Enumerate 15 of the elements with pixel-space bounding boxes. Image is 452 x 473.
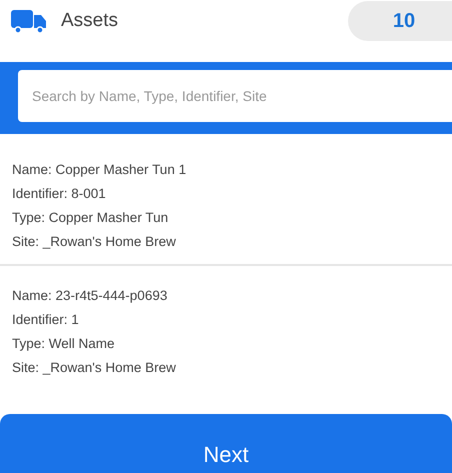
asset-list-item[interactable]: Name: 23-r4t5-444-p0693 Identifier: 1 Type: Well Name Site: _Rowan's Home Brew [0,266,452,390]
asset-detail: Type: Well Name [12,335,116,353]
asset-list-item[interactable]: Name: Copper Masher Tun 1 Identifier: 8-001 Type: Copper Masher Tun Site: _Rowan's Home Brew [0,140,452,266]
asset-detail: Site: _Rowan's Home Brew [12,233,177,251]
search-field[interactable]: Search by Name, Type, Identifier, Site [18,70,452,122]
page-title: Assets [61,8,118,33]
asset-detail: Name: Copper Masher Tun 1 [12,161,188,179]
asset-detail: Identifier: 8-001 [12,185,107,203]
count-badge: 10 [348,1,452,41]
asset-detail: Identifier: 1 [12,311,80,329]
asset-detail: Name: 23-r4t5-444-p0693 [12,287,168,305]
asset-detail: Type: Copper Masher Tun [12,209,170,227]
next-button[interactable]: Next [0,414,452,473]
asset-detail: Site: _Rowan's Home Brew [12,359,177,377]
truck-icon [11,9,47,33]
